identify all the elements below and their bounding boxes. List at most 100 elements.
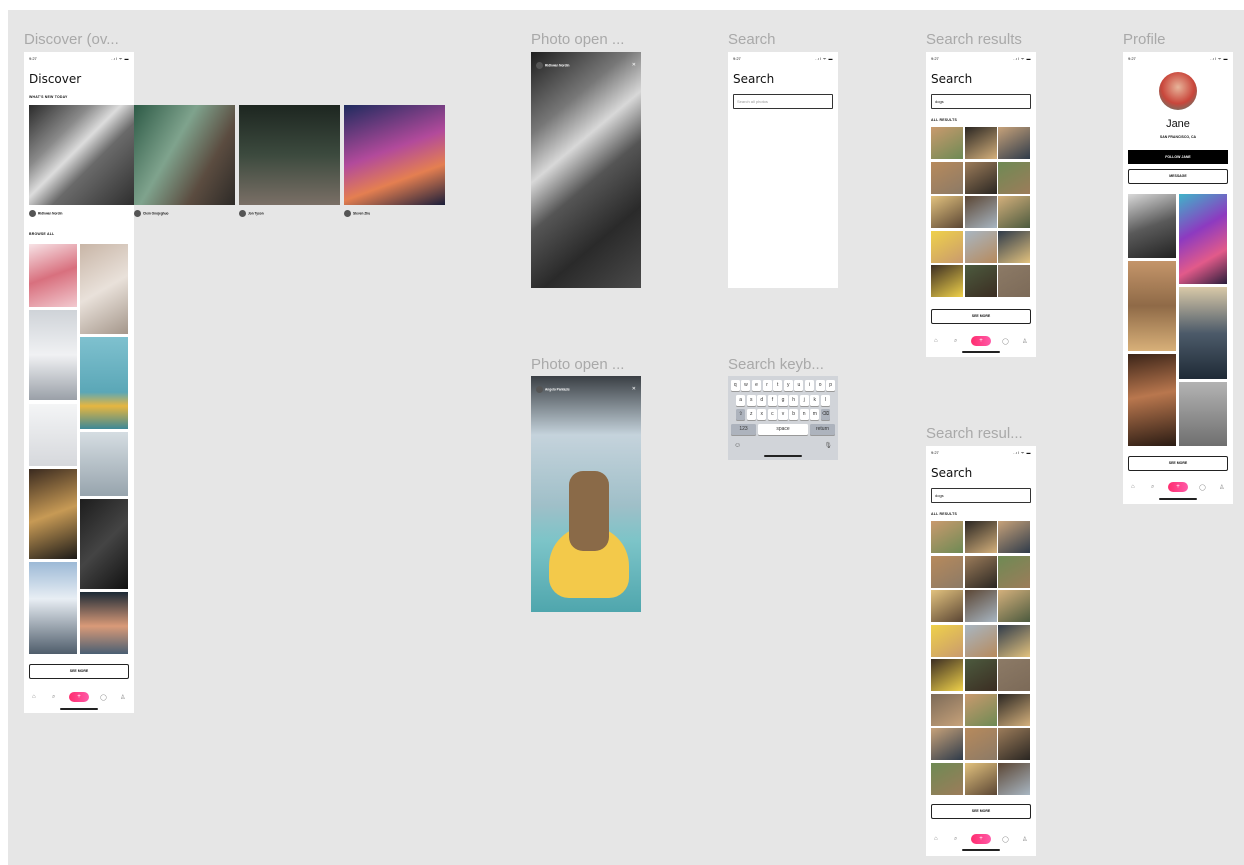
frame-title-photo-open-1[interactable]: Photo open ... <box>531 31 624 48</box>
new-photo-4[interactable] <box>344 105 445 205</box>
photo-owner[interactable]: Ridhwan Nordin <box>536 62 569 69</box>
home-icon[interactable]: ⌂ <box>934 836 938 842</box>
browse-photo[interactable] <box>80 432 128 496</box>
frame-title-profile[interactable]: Profile <box>1123 31 1166 48</box>
key-e[interactable]: e <box>751 380 762 391</box>
browse-photo[interactable] <box>29 469 77 559</box>
result-photo[interactable] <box>931 127 963 159</box>
frame-title-discover[interactable]: Discover (ov... <box>24 31 119 48</box>
result-photo[interactable] <box>998 728 1030 760</box>
key-x[interactable]: x <box>757 409 767 420</box>
photo-owner[interactable]: Angelo Pantazis <box>536 386 570 393</box>
browse-photo[interactable] <box>80 244 128 334</box>
new-photo-1[interactable] <box>29 105 134 205</box>
key-l[interactable]: l <box>820 394 830 406</box>
key-space[interactable]: space <box>758 424 808 435</box>
result-photo[interactable] <box>964 762 997 795</box>
key-⌫[interactable]: ⌫ <box>820 409 830 420</box>
result-photo[interactable] <box>998 265 1030 297</box>
add-icon[interactable]: + <box>69 692 89 702</box>
home-icon[interactable]: ⌂ <box>1131 484 1135 490</box>
profile-photo[interactable] <box>1128 194 1176 258</box>
result-photo[interactable] <box>931 590 963 622</box>
close-icon[interactable]: ✕ <box>632 386 636 392</box>
frame-search-results-2[interactable]: 9:27 ..ıl ᯤ ▬ Search dogs ALL RESULTS SE… <box>926 446 1036 856</box>
see-more-button[interactable]: SEE MORE <box>931 309 1031 324</box>
search-icon[interactable]: ⌕ <box>954 338 957 345</box>
result-photo[interactable] <box>931 521 963 553</box>
new-photo-2[interactable] <box>134 105 235 205</box>
search-input[interactable]: dogs <box>931 488 1031 503</box>
result-photo[interactable] <box>931 230 963 263</box>
key-c[interactable]: c <box>767 409 777 420</box>
result-photo[interactable] <box>964 693 997 726</box>
key-z[interactable]: z <box>746 409 756 420</box>
result-photo[interactable] <box>998 624 1030 657</box>
search-input[interactable]: Search all photos <box>733 94 833 109</box>
key-m[interactable]: m <box>810 409 820 420</box>
profile-icon[interactable]: ♙ <box>1219 484 1224 491</box>
chat-icon[interactable]: ◯ <box>1002 338 1009 345</box>
add-icon[interactable]: + <box>971 336 991 346</box>
result-photo[interactable] <box>964 196 997 228</box>
key-123[interactable]: 123 <box>731 424 756 435</box>
browse-photo[interactable] <box>80 337 128 429</box>
frame-photo-open-2[interactable]: Angelo Pantazis ✕ <box>531 376 641 612</box>
key-j[interactable]: j <box>799 394 809 406</box>
browse-photo[interactable] <box>80 592 128 654</box>
home-icon[interactable]: ⌂ <box>934 338 938 344</box>
avatar[interactable] <box>1159 72 1197 110</box>
frame-photo-open-1[interactable]: Ridhwan Nordin ✕ <box>531 52 641 288</box>
result-photo[interactable] <box>964 624 997 657</box>
follow-button[interactable]: FOLLOW JANE <box>1128 150 1228 164</box>
profile-icon[interactable]: ♙ <box>1022 338 1027 345</box>
key-t[interactable]: t <box>773 380 783 391</box>
photo-credit-1[interactable]: Ridhwan Nordin <box>29 210 62 217</box>
result-photo[interactable] <box>931 161 963 194</box>
frame-title-photo-open-2[interactable]: Photo open ... <box>531 356 624 373</box>
result-photo[interactable] <box>998 521 1030 553</box>
frame-profile[interactable]: 9:27 ..ıl ᯤ ▬ Jane SAN FRANCISCO, CA FOL… <box>1123 52 1233 504</box>
close-icon[interactable]: ✕ <box>632 62 636 68</box>
key-y[interactable]: y <box>783 380 793 391</box>
browse-photo[interactable] <box>80 499 128 589</box>
result-photo[interactable] <box>964 521 997 553</box>
result-photo[interactable] <box>964 265 997 297</box>
chat-icon[interactable]: ◯ <box>100 694 107 701</box>
result-photo[interactable] <box>964 590 997 622</box>
result-photo[interactable] <box>931 555 963 588</box>
search-input[interactable]: dogs <box>931 94 1031 109</box>
profile-photo[interactable] <box>1179 287 1227 379</box>
result-photo[interactable] <box>964 555 997 588</box>
key-a[interactable]: a <box>736 394 746 406</box>
browse-photo[interactable] <box>29 562 77 654</box>
key-q[interactable]: q <box>730 380 740 391</box>
see-more-button[interactable]: SEE MORE <box>29 664 129 679</box>
key-r[interactable]: r <box>762 380 772 391</box>
key-n[interactable]: n <box>799 409 809 420</box>
result-photo[interactable] <box>964 728 997 760</box>
emoji-icon[interactable]: ☺ <box>734 442 741 449</box>
profile-photo[interactable] <box>1179 194 1227 284</box>
result-photo[interactable] <box>931 265 963 297</box>
key-o[interactable]: o <box>815 380 825 391</box>
add-icon[interactable]: + <box>971 834 991 844</box>
home-icon[interactable]: ⌂ <box>32 694 36 700</box>
search-icon[interactable]: ⌕ <box>954 836 957 843</box>
result-photo[interactable] <box>964 659 997 691</box>
see-more-button[interactable]: SEE MORE <box>931 804 1031 819</box>
key-h[interactable]: h <box>789 394 799 406</box>
photo-credit-4[interactable]: Steven Zhu <box>344 210 370 217</box>
browse-photo[interactable] <box>29 404 77 466</box>
search-icon[interactable]: ⌕ <box>52 694 55 701</box>
frame-title-search-results-2[interactable]: Search resul... <box>926 425 1023 442</box>
key-return[interactable]: return <box>810 424 835 435</box>
photo-credit-2[interactable]: Clem Onojeghuo <box>134 210 169 217</box>
chat-icon[interactable]: ◯ <box>1002 836 1009 843</box>
key-⇧[interactable]: ⇧ <box>736 409 746 420</box>
frame-title-search-keyboard[interactable]: Search keyb... <box>728 356 824 373</box>
add-icon[interactable]: + <box>1168 482 1188 492</box>
microphone-icon[interactable]: 🎙 <box>824 442 832 449</box>
result-photo[interactable] <box>998 659 1030 691</box>
message-button[interactable]: MESSAGE <box>1128 169 1228 184</box>
